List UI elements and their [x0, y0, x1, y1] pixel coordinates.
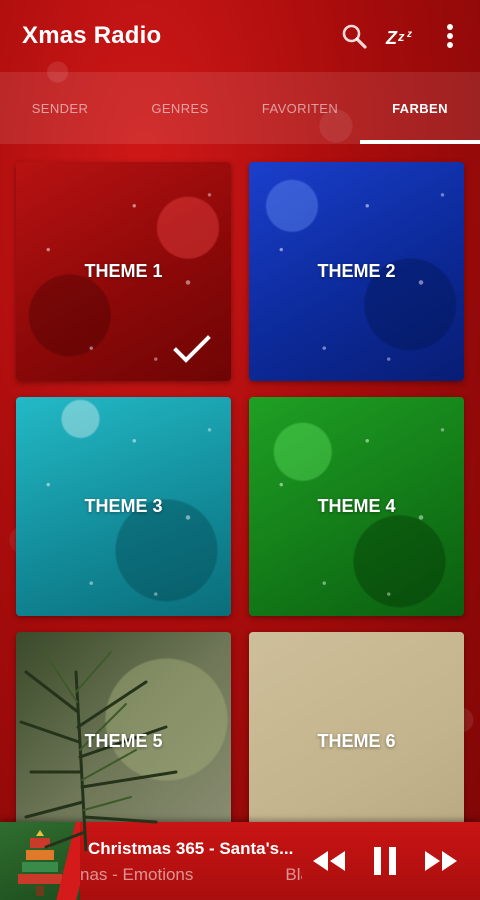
theme-tile-1[interactable]: THEME 1 [16, 162, 231, 381]
theme-tile-2[interactable]: THEME 2 [249, 162, 464, 381]
svg-text:z: z [406, 29, 412, 40]
theme-grid: THEME 1 THEME 2 THEME 3 THEME 4 THEME 5 … [16, 162, 464, 851]
tab-bar: SENDER GENRES FAVORITEN FARBEN [0, 72, 480, 144]
search-icon[interactable] [330, 12, 378, 60]
app-bar: Xmas Radio Z z z [0, 0, 480, 72]
track-subtitle-left: nas - Emotions [80, 865, 194, 884]
theme-tile-5[interactable]: THEME 5 [16, 632, 231, 851]
rewind-icon[interactable] [302, 834, 356, 888]
more-vert-icon[interactable] [426, 12, 474, 60]
theme-label: THEME 5 [84, 731, 163, 751]
tab-farben[interactable]: FARBEN [360, 72, 480, 144]
track-subtitle: nas - Emotions Bla [80, 865, 302, 885]
fast-forward-icon[interactable] [414, 834, 468, 888]
svg-text:z: z [397, 29, 405, 44]
sleep-timer-icon[interactable]: Z z z [378, 12, 426, 60]
svg-text:Z: Z [385, 28, 398, 47]
check-icon [173, 335, 211, 363]
pause-icon[interactable] [358, 834, 412, 888]
track-subtitle-right: Bla [285, 865, 302, 884]
theme-label: THEME 4 [317, 496, 396, 516]
theme-label: THEME 1 [84, 261, 163, 281]
theme-tile-6[interactable]: THEME 6 [249, 632, 464, 851]
player-controls [302, 834, 480, 888]
theme-label: THEME 6 [317, 731, 396, 751]
tab-sender[interactable]: SENDER [0, 72, 120, 144]
app-title: Xmas Radio [22, 22, 162, 49]
theme-tile-4[interactable]: THEME 4 [249, 397, 464, 616]
theme-label: THEME 3 [84, 496, 163, 516]
tab-genres[interactable]: GENRES [120, 72, 240, 144]
tab-favoriten[interactable]: FAVORITEN [240, 72, 360, 144]
theme-tile-3[interactable]: THEME 3 [16, 397, 231, 616]
theme-label: THEME 2 [317, 261, 396, 281]
